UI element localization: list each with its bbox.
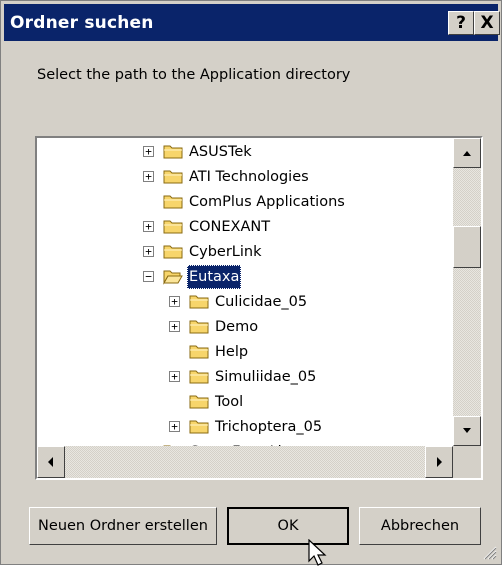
tree-item-label: CONEXANT xyxy=(189,219,271,235)
close-icon: X xyxy=(480,13,494,33)
arrow-down-icon xyxy=(463,428,471,433)
folder-tree[interactable]: + ASUSTek + ATI Technologies ComPlus Applica… xyxy=(37,138,453,446)
help-button[interactable]: ? xyxy=(448,11,474,35)
folder-icon xyxy=(189,395,209,409)
scroll-down-button[interactable] xyxy=(453,416,481,446)
expand-icon[interactable]: + xyxy=(143,171,154,182)
expand-icon[interactable]: + xyxy=(169,421,180,432)
arrow-right-icon xyxy=(437,457,442,467)
folder-icon xyxy=(189,320,209,334)
cancel-button[interactable]: Abbrechen xyxy=(359,507,481,545)
folder-icon xyxy=(163,195,183,209)
tree-item[interactable]: Help xyxy=(37,340,453,364)
scroll-right-button[interactable] xyxy=(425,446,453,478)
tree-item[interactable]: + ASUSTek xyxy=(37,140,453,164)
close-button[interactable]: X xyxy=(474,11,500,35)
tree-item[interactable]: ComPlus Applications xyxy=(37,190,453,214)
folder-icon xyxy=(163,145,183,159)
scroll-up-button[interactable] xyxy=(453,138,481,168)
tree-item[interactable]: + Demo xyxy=(37,315,453,339)
tree-item-label: Demo xyxy=(215,319,259,335)
tree-item-label: Simuliidae_05 xyxy=(215,369,317,385)
resize-grip-icon[interactable] xyxy=(481,544,497,560)
tree-item[interactable]: + ATI Technologies xyxy=(37,165,453,189)
tree-item-label: Culicidae_05 xyxy=(215,294,308,310)
folder-icon xyxy=(163,245,183,259)
vertical-scroll-thumb[interactable] xyxy=(453,226,481,268)
expand-icon[interactable]: + xyxy=(169,371,180,382)
tree-item-label: ASUSTek xyxy=(189,144,252,160)
new-folder-button[interactable]: Neuen Ordner erstellen xyxy=(29,507,217,545)
tree-item[interactable]: − Eutaxa xyxy=(37,265,453,289)
tree-item[interactable]: + Simuliidae_05 xyxy=(37,365,453,389)
folder-icon xyxy=(189,345,209,359)
tree-item-label: Trichoptera_05 xyxy=(215,419,323,435)
vertical-scrollbar[interactable] xyxy=(453,138,481,446)
folder-icon xyxy=(189,370,209,384)
title-bar[interactable]: Ordner suchen ? X xyxy=(4,4,500,41)
tree-item[interactable]: + Culicidae_05 xyxy=(37,290,453,314)
tree-item-label: CyberLink xyxy=(189,244,262,260)
folder-icon xyxy=(189,420,209,434)
expand-icon[interactable]: + xyxy=(143,246,154,257)
tree-item[interactable]: + CyberLink xyxy=(37,240,453,264)
window-title: Ordner suchen xyxy=(10,13,154,33)
folder-icon xyxy=(189,295,209,309)
help-icon: ? xyxy=(456,13,466,33)
arrow-left-icon xyxy=(48,457,53,467)
folder-tree-view[interactable]: + ASUSTek + ATI Technologies ComPlus Applica… xyxy=(35,136,483,480)
arrow-up-icon xyxy=(463,151,471,156)
expand-icon[interactable]: + xyxy=(143,221,154,232)
folder-icon xyxy=(163,220,183,234)
tree-item-label: ComPlus Applications xyxy=(189,194,345,210)
instruction-text: Select the path to the Application direc… xyxy=(37,67,351,83)
horizontal-scrollbar[interactable] xyxy=(37,446,453,478)
tree-item[interactable]: + Trichoptera_05 xyxy=(37,415,453,439)
scrollbar-corner xyxy=(453,446,481,478)
open-folder-icon xyxy=(163,270,183,285)
tree-item-label: ATI Technologies xyxy=(189,169,309,185)
tree-item[interactable]: + CONEXANT xyxy=(37,215,453,239)
scroll-left-button[interactable] xyxy=(37,446,65,478)
tree-item-label: Eutaxa xyxy=(187,265,242,289)
tree-item-label: Help xyxy=(215,344,249,360)
tree-item-label: Tool xyxy=(215,394,244,410)
tree-item[interactable]: Tool xyxy=(37,390,453,414)
expand-icon[interactable]: + xyxy=(169,296,180,307)
folder-browse-dialog: Ordner suchen ? X Select the path to the… xyxy=(0,0,502,566)
collapse-icon[interactable]: − xyxy=(143,271,154,282)
expand-icon[interactable]: + xyxy=(169,321,180,332)
expand-icon[interactable]: + xyxy=(143,146,154,157)
folder-icon xyxy=(163,170,183,184)
